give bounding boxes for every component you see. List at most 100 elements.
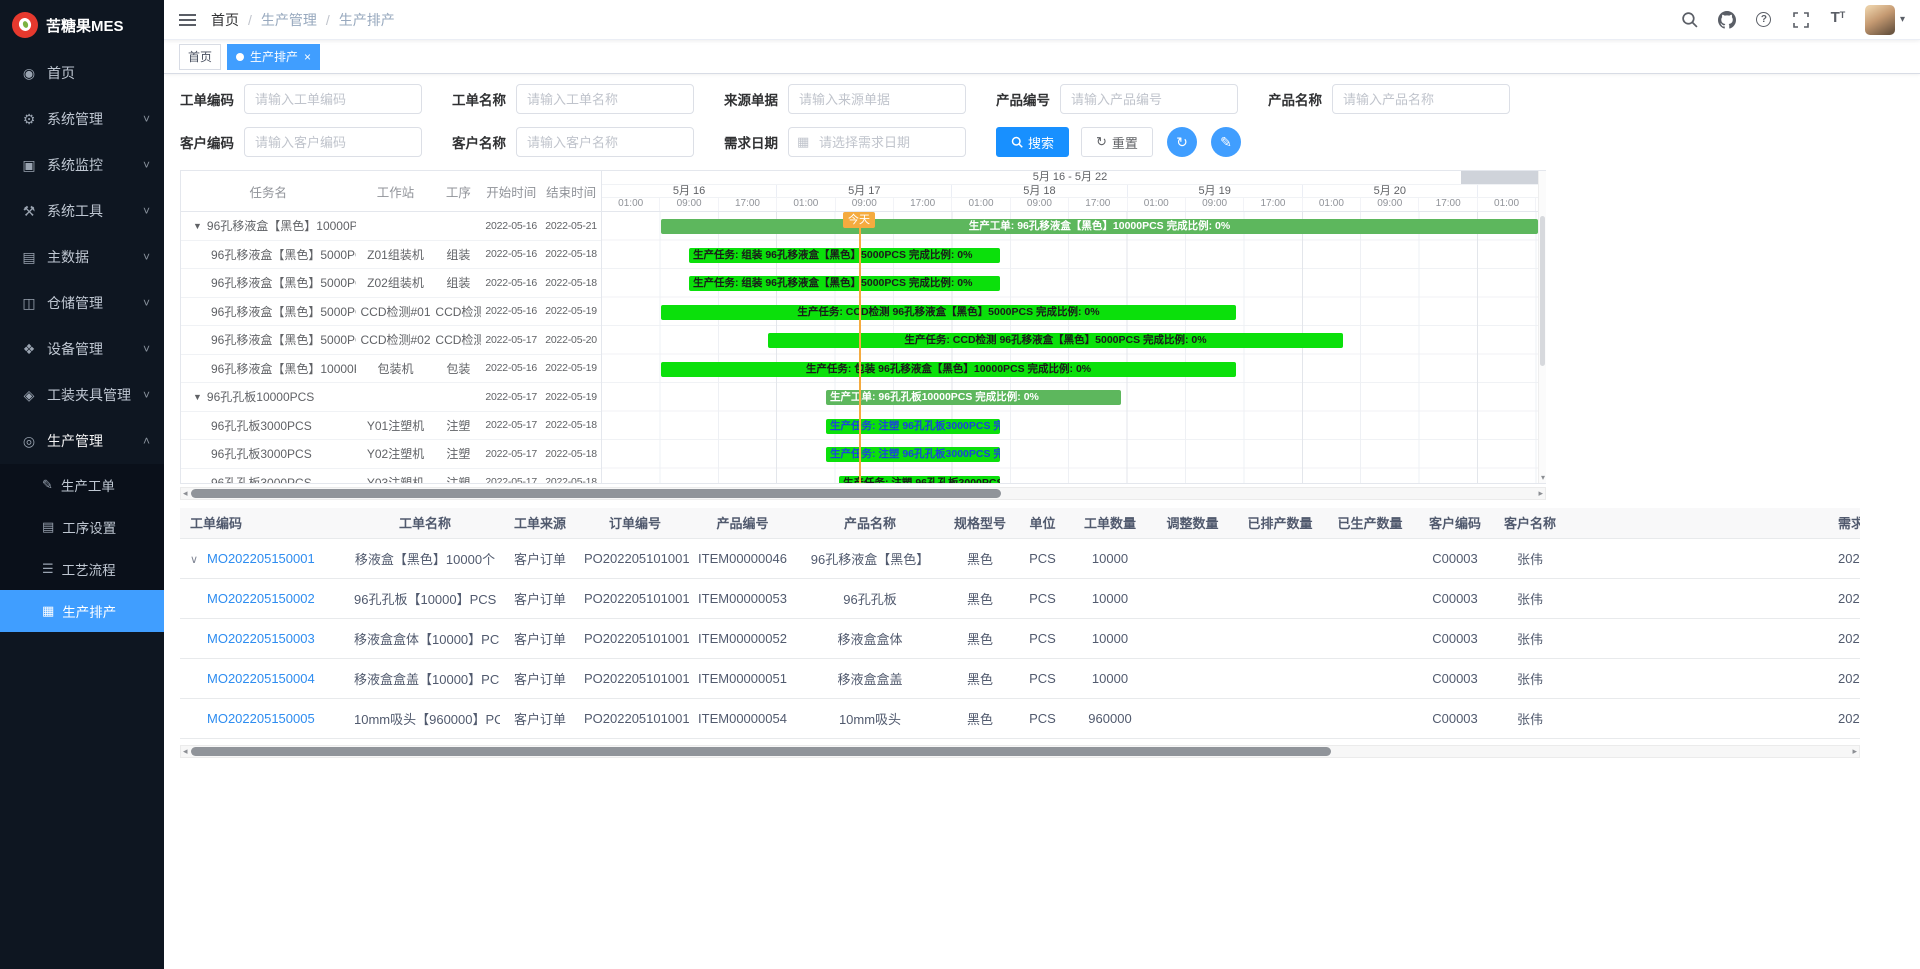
collapse-caret-icon[interactable]: ▼ [193, 221, 202, 231]
scroll-left-arrow[interactable]: ◂ [183, 488, 188, 499]
table-horizontal-scrollbar[interactable]: ◂ ▸ [180, 745, 1860, 758]
spacer-cell [1565, 578, 1830, 618]
gantt-task-row[interactable]: 96孔移液盒【黑色】5000PCSZ01组装机组装2022-05-162022-… [181, 241, 601, 270]
sidebar-item-home[interactable]: ◉首页 [0, 50, 164, 96]
edit-schedule-button[interactable]: ✎ [1211, 127, 1241, 157]
gantt-task-row[interactable]: 96孔移液盒【黑色】5000PCSCCD检测#02CCD检测2022-05-17… [181, 326, 601, 355]
order-code-link[interactable]: MO202205150001 [207, 551, 315, 566]
reset-button[interactable]: ↻ 重置 [1081, 127, 1153, 157]
scroll-right-arrow[interactable]: ▸ [1852, 746, 1857, 757]
collapse-menu-icon[interactable] [179, 14, 196, 26]
expand-caret-icon[interactable]: ∨ [190, 553, 207, 566]
date-field[interactable] [788, 127, 966, 157]
table-cell: ITEM00000046 [690, 538, 795, 578]
gantt-task-row[interactable]: 96孔孔板3000PCSY01注塑机注塑2022-05-172022-05-18 [181, 412, 601, 441]
scroll-left-arrow[interactable]: ◂ [183, 746, 188, 757]
tab[interactable]: 生产排产 × [227, 44, 320, 70]
gantt-task-row[interactable]: 96孔移液盒【黑色】5000PCSZ02组装机组装2022-05-162022-… [181, 269, 601, 298]
gantt-order-bar[interactable]: 生产工单: 96孔移液盒【黑色】10000PCS 完成比例: 0% [661, 219, 1538, 234]
text-field[interactable] [244, 127, 422, 157]
github-icon[interactable] [1717, 10, 1737, 30]
order-code-link[interactable]: MO202205150005 [207, 711, 315, 726]
search-button[interactable]: 搜索 [996, 127, 1069, 157]
gantt-task-row[interactable]: 96孔孔板3000PCSY03注塑机注塑2022-05-172022-05-18 [181, 469, 601, 484]
sidebar-item-warehouse[interactable]: ◫仓储管理˅ [0, 280, 164, 326]
gantt-task-bar[interactable]: 生产任务: 包装 96孔移液盒【黑色】10000PCS 完成比例: 0% [661, 362, 1236, 377]
spacer-cell [1565, 658, 1830, 698]
sidebar-item-equipment[interactable]: ❖设备管理˅ [0, 326, 164, 372]
gantt-vertical-scrollbar[interactable]: ▾ [1538, 171, 1546, 483]
gantt-task-bar[interactable]: 生产任务: CCD检测 96孔移液盒【黑色】5000PCS 完成比例: 0% [768, 333, 1343, 348]
chevron-down-icon: ˅ [143, 250, 150, 264]
sidebar-item-scheduling[interactable]: ▦生产排产 [0, 590, 164, 632]
gantt-horizontal-scrollbar[interactable]: ◂ ▸ [180, 487, 1546, 500]
search-icon[interactable] [1680, 10, 1700, 30]
fullscreen-icon[interactable] [1791, 10, 1811, 30]
text-field[interactable] [516, 84, 694, 114]
scrollbar-thumb[interactable] [1540, 216, 1545, 366]
refresh-gantt-button[interactable]: ↻ [1167, 127, 1197, 157]
sidebar-item-label: 首页 [47, 63, 75, 83]
sidebar-item-system[interactable]: ⚙系统管理˅ [0, 96, 164, 142]
sidebar-item-fixture[interactable]: ◈工装夹具管理˅ [0, 372, 164, 418]
breadcrumb-item[interactable]: 首页 [211, 10, 239, 30]
scroll-down-arrow[interactable]: ▾ [1539, 473, 1547, 482]
app-logo-icon [12, 12, 38, 38]
sidebar-item-work-order[interactable]: ✎生产工单 [0, 464, 164, 506]
gantt-task-row[interactable]: ▼96孔移液盒【黑色】10000PCS2022-05-162022-05-21 [181, 212, 601, 241]
table-cell: 移液盒【黑色】10000个 [350, 538, 500, 578]
gantt-task-bar[interactable]: 生产任务: CCD检测 96孔移液盒【黑色】5000PCS 完成比例: 0% [661, 305, 1236, 320]
fixture-icon: ◈ [20, 387, 38, 404]
text-field[interactable] [244, 84, 422, 114]
text-input-wrap [1060, 84, 1238, 114]
column-header: 工单数量 [1070, 508, 1150, 538]
database-icon: ▤ [20, 249, 38, 266]
timeline-hour-label: 17:00 [719, 198, 777, 211]
user-menu[interactable]: ▾ [1865, 5, 1905, 35]
text-field[interactable] [1332, 84, 1510, 114]
table-cell: 96孔孔板 [795, 578, 945, 618]
text-field[interactable] [1060, 84, 1238, 114]
scrollbar-thumb[interactable] [191, 489, 1001, 498]
filter-field: 产品名称 [1268, 84, 1510, 114]
text-field[interactable] [516, 127, 694, 157]
sidebar-item-process-settings[interactable]: ▤工序设置 [0, 506, 164, 548]
gantt-task-bar[interactable]: 生产任务: 组装 96孔移液盒【黑色】5000PCS 完成比例: 0% [689, 276, 1000, 291]
chevron-down-icon: ˅ [143, 158, 150, 172]
scroll-right-arrow[interactable]: ▸ [1538, 488, 1543, 499]
gantt-task-row[interactable]: 96孔孔板3000PCSY02注塑机注塑2022-05-172022-05-18 [181, 440, 601, 469]
table-cell [1325, 578, 1415, 618]
scrollbar-thumb[interactable] [191, 747, 1331, 756]
table-cell: 张伟 [1495, 538, 1565, 578]
help-icon[interactable]: ? [1754, 10, 1774, 30]
avatar[interactable] [1865, 5, 1895, 35]
font-size-icon[interactable]: TT [1828, 10, 1848, 30]
gantt-task-row[interactable]: ▼96孔孔板10000PCS2022-05-172022-05-19 [181, 383, 601, 412]
gantt-order-bar[interactable]: 生产工单: 96孔孔板10000PCS 完成比例: 0% [826, 390, 1121, 405]
sidebar-item-tools[interactable]: ⚒系统工具˅ [0, 188, 164, 234]
gantt-task-bar[interactable]: 生产任务: 注塑 96孔孔板3000PCS 完成比例: 0% [826, 447, 1000, 462]
order-code-link[interactable]: MO202205150004 [207, 671, 315, 686]
text-field[interactable] [788, 84, 966, 114]
order-code-link[interactable]: MO202205150003 [207, 631, 315, 646]
gantt-task-row[interactable]: 96孔移液盒【黑色】10000PCS包装机包装2022-05-162022-05… [181, 355, 601, 384]
gantt-task-bar[interactable]: 生产任务: 注塑 96孔孔板3000PCS 完成比例: 0% [839, 476, 1000, 484]
gantt-task-name: 96孔移液盒【黑色】5000PCS [181, 274, 356, 291]
gantt-task-row[interactable]: 96孔移液盒【黑色】5000PCSCCD检测#01CCD检测2022-05-16… [181, 298, 601, 327]
close-icon[interactable]: × [304, 51, 311, 63]
tab-label: 生产排产 [250, 48, 298, 65]
order-code-link[interactable]: MO202205150002 [207, 591, 315, 606]
gantt-station-cell: 包装机 [356, 360, 436, 377]
sidebar-item-monitor[interactable]: ▣系统监控˅ [0, 142, 164, 188]
collapse-caret-icon[interactable]: ▼ [193, 392, 202, 402]
table-cell: 张伟 [1495, 618, 1565, 658]
sidebar-item-production[interactable]: ◎生产管理˄ [0, 418, 164, 464]
breadcrumb-item[interactable]: 生产管理 [261, 10, 317, 30]
gantt-task-bar[interactable]: 生产任务: 注塑 96孔孔板3000PCS 完成比例: 0% [826, 419, 1000, 434]
gantt-task-bar[interactable]: 生产任务: 组装 96孔移液盒【黑色】5000PCS 完成比例: 0% [689, 248, 1000, 263]
tab[interactable]: 首页 [179, 44, 221, 70]
table-cell: C00003 [1415, 698, 1495, 738]
sidebar-item-process-flow[interactable]: ☰工艺流程 [0, 548, 164, 590]
table-cell: 移液盒盒盖 [795, 658, 945, 698]
sidebar-item-master-data[interactable]: ▤主数据˅ [0, 234, 164, 280]
